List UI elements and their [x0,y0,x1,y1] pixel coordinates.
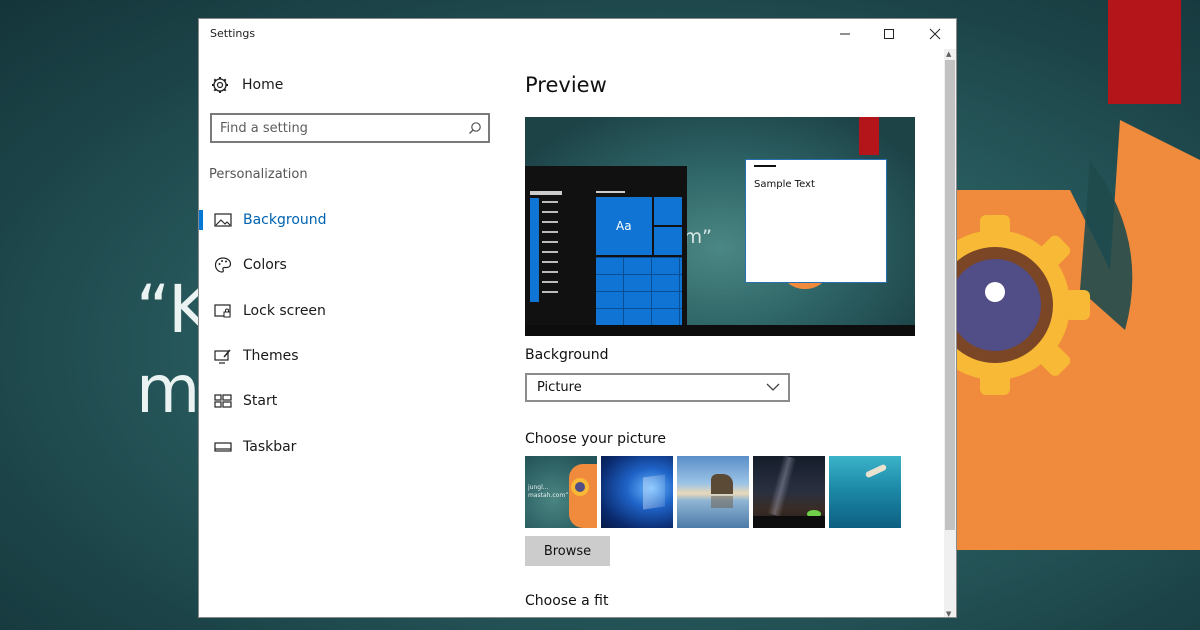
browse-button[interactable]: Browse [525,536,610,566]
scrollbar[interactable]: ▲ ▼ [944,49,956,617]
home-nav-item[interactable]: Home [211,73,283,97]
taskbar-icon [213,437,233,457]
thumbnail-2[interactable] [601,456,673,528]
sidebar-item-background[interactable]: Background [199,205,499,235]
sidebar-item-label: Colors [243,257,287,273]
preview-pane: “Ku m.com” Aa Sample Text [525,117,915,336]
palette-icon [213,255,233,275]
settings-window: Settings Home Find a setting Personaliza… [198,18,957,618]
sidebar-item-label: Background [243,212,327,228]
picture-icon [213,210,233,230]
thumbnail-5[interactable] [829,456,901,528]
preview-sample-window: Sample Text [745,159,887,283]
sidebar-item-label: Lock screen [243,303,326,319]
sidebar-item-start[interactable]: Start [199,386,499,416]
main-content: Preview “Ku m.com” Aa [525,49,935,617]
thumbnail-1-text-line1: jungl... [528,484,549,491]
start-icon [213,391,233,411]
lock-screen-icon [213,301,233,321]
preview-red-bar [859,117,879,155]
preview-tile-aa: Aa [596,197,652,255]
scroll-up-icon[interactable]: ▲ [946,50,951,58]
gear-icon [212,77,228,93]
background-label: Background [525,347,609,363]
thumbnail-4[interactable] [753,456,825,528]
sidebar-item-lock-screen[interactable]: Lock screen [199,296,499,326]
sidebar-item-label: Start [243,393,278,409]
sidebar: Home Personalization Background Colors [199,49,504,617]
thumbnail-1[interactable]: jungl... mastah.com” [525,456,597,528]
owl-mascot-icon [950,120,1200,550]
section-label-personalization: Personalization [209,167,308,182]
thumbnail-1-text-line2: mastah.com” [528,492,569,499]
chevron-down-icon [766,383,780,391]
search-box[interactable] [210,113,490,143]
sidebar-item-label: Taskbar [243,439,297,455]
background-type-value: Picture [537,380,582,395]
preview-heading: Preview [525,73,607,97]
thumbnail-3[interactable] [677,456,749,528]
preview-taskbar [525,325,915,336]
preview-tile-label: Aa [616,219,632,233]
scrollbar-thumb[interactable] [945,60,955,530]
close-button[interactable] [913,19,956,49]
choose-fit-label: Choose a fit [525,593,609,609]
themes-icon [213,346,233,366]
sidebar-item-taskbar[interactable]: Taskbar [199,432,499,462]
sidebar-item-themes[interactable]: Themes [199,341,499,371]
maximize-button[interactable] [867,19,911,49]
background-type-select[interactable]: Picture [525,373,790,402]
preview-start-menu: Aa [525,166,687,336]
search-icon [469,122,481,134]
minimize-button[interactable] [823,19,867,49]
window-title: Settings [210,27,256,40]
background-red-bar [1108,0,1181,104]
home-label: Home [242,77,284,93]
choose-picture-label: Choose your picture [525,431,666,447]
maximize-icon [884,29,894,39]
scroll-down-icon[interactable]: ▼ [946,610,951,617]
sidebar-item-label: Themes [243,348,299,364]
search-input[interactable] [220,119,460,137]
close-icon [929,28,941,40]
title-bar[interactable]: Settings [199,19,956,49]
sidebar-item-colors[interactable]: Colors [199,250,499,280]
preview-sample-text: Sample Text [754,179,815,190]
minimize-icon [840,33,850,35]
picture-thumbnails: jungl... mastah.com” [525,456,905,528]
